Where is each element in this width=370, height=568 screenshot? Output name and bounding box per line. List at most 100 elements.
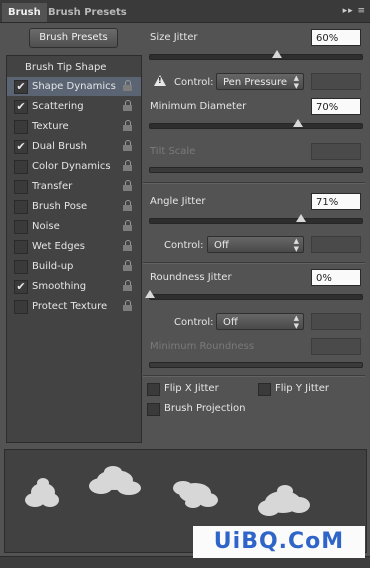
category-label: Noise (32, 221, 60, 232)
category-label: Brush Pose (32, 201, 88, 212)
category-label: Build-up (32, 261, 74, 272)
checkbox-icon[interactable]: ✔ (14, 140, 28, 154)
control-select-pen-pressure[interactable]: Pen Pressure ▲ ▼ (216, 73, 304, 90)
tilt-scale-field (311, 143, 361, 160)
category-label: Dual Brush (32, 141, 87, 152)
angle-control-extra-field (311, 236, 361, 253)
size-jitter-field[interactable]: 60% (311, 29, 361, 46)
flip-y-checkbox[interactable] (258, 383, 271, 396)
checkbox-icon[interactable] (14, 180, 28, 194)
category-label: Smoothing (32, 281, 87, 292)
angle-jitter-field[interactable]: 71% (311, 193, 361, 210)
category-label: Wet Edges (32, 241, 85, 252)
brush-projection-label: Brush Projection (164, 403, 246, 414)
category-color-dynamics[interactable]: Color Dynamics (7, 157, 141, 176)
brush-presets-button[interactable]: Brush Presets (29, 28, 118, 48)
lock-icon[interactable] (123, 300, 133, 312)
checkbox-icon[interactable]: ✔ (14, 100, 28, 114)
category-label: Protect Texture (32, 301, 108, 312)
flip-x-checkbox[interactable] (147, 383, 160, 396)
category-texture[interactable]: Texture (7, 117, 141, 136)
roundness-jitter-slider[interactable] (145, 290, 363, 300)
category-label: Shape Dynamics (32, 81, 116, 92)
select-value: Off (223, 317, 238, 328)
checkbox-icon[interactable] (14, 200, 28, 214)
checkbox-icon[interactable]: ✔ (14, 80, 28, 94)
minimum-roundness-slider (149, 362, 363, 368)
lock-icon[interactable] (123, 220, 133, 232)
control-select-roundness[interactable]: Off ▲ ▼ (216, 313, 304, 330)
minimum-diameter-label: Minimum Diameter (150, 101, 247, 112)
category-brush-pose[interactable]: Brush Pose (7, 197, 141, 216)
watermark: UiBQ.CoM (193, 526, 365, 558)
flip-y-label: Flip Y Jitter (275, 383, 329, 394)
category-label: Color Dynamics (32, 161, 111, 172)
category-smoothing[interactable]: ✔ Smoothing (7, 277, 141, 296)
section-divider (143, 375, 365, 377)
category-build-up[interactable]: Build-up (7, 257, 141, 276)
tab-bar: Brush Brush Presets ▸▸ ≡ (0, 0, 370, 23)
lock-icon[interactable] (123, 120, 133, 132)
category-label: Texture (32, 121, 69, 132)
lock-icon[interactable] (123, 80, 133, 92)
lock-icon[interactable] (123, 160, 133, 172)
tab-brush[interactable]: Brush (2, 3, 47, 22)
control-select-angle[interactable]: Off ▲ ▼ (207, 236, 304, 253)
panel-menu-icon[interactable]: ▸▸ ≡ (343, 6, 366, 16)
section-divider (143, 182, 365, 184)
select-arrows-icon: ▲ ▼ (293, 74, 299, 90)
checkbox-icon[interactable]: ✔ (14, 280, 28, 294)
category-protect-texture[interactable]: Protect Texture (7, 297, 141, 316)
slider-thumb[interactable] (272, 50, 283, 58)
lock-icon[interactable] (123, 100, 133, 112)
lock-icon[interactable] (123, 260, 133, 272)
lock-icon[interactable] (123, 280, 133, 292)
checkbox-icon[interactable] (14, 240, 28, 254)
section-divider (143, 262, 365, 264)
category-scattering[interactable]: ✔ Scattering (7, 97, 141, 116)
slider-thumb[interactable] (145, 290, 155, 298)
minimum-roundness-label: Minimum Roundness (150, 341, 255, 352)
brush-projection-checkbox[interactable] (147, 403, 160, 416)
control-label: Control: (164, 240, 204, 251)
roundness-jitter-field[interactable]: 0% (311, 269, 361, 286)
category-noise[interactable]: Noise (7, 217, 141, 236)
category-label: Brush Tip Shape (25, 62, 107, 73)
control-label: Control: (174, 77, 214, 88)
lock-icon[interactable] (123, 140, 133, 152)
angle-jitter-slider[interactable] (149, 214, 363, 224)
category-dual-brush[interactable]: ✔ Dual Brush (7, 137, 141, 156)
category-label: Transfer (32, 181, 73, 192)
category-shape-dynamics[interactable]: ✔ Shape Dynamics (7, 77, 141, 96)
roundness-jitter-label: Roundness Jitter (150, 272, 232, 283)
select-value: Pen Pressure (223, 77, 288, 88)
checkbox-icon[interactable] (14, 260, 28, 274)
tilt-scale-slider (149, 167, 363, 173)
control-extra-field (311, 73, 361, 90)
size-jitter-slider[interactable] (149, 50, 363, 60)
checkbox-icon[interactable] (14, 300, 28, 314)
lock-icon[interactable] (123, 240, 133, 252)
select-value: Off (214, 240, 229, 251)
tilt-scale-label: Tilt Scale (150, 146, 196, 157)
category-wet-edges[interactable]: Wet Edges (7, 237, 141, 256)
category-brush-tip-shape[interactable]: Brush Tip Shape (7, 58, 141, 77)
angle-jitter-label: Angle Jitter (150, 196, 206, 207)
slider-thumb[interactable] (293, 119, 304, 127)
select-arrows-icon: ▲ ▼ (293, 314, 299, 330)
lock-icon[interactable] (123, 200, 133, 212)
checkbox-icon[interactable] (14, 120, 28, 134)
minimum-diameter-slider[interactable] (149, 119, 363, 129)
flip-x-label: Flip X Jitter (164, 383, 219, 394)
tab-brush-presets[interactable]: Brush Presets (42, 3, 133, 22)
warning-icon: ! (154, 75, 166, 86)
select-arrows-icon: ▲ ▼ (293, 237, 299, 253)
category-transfer[interactable]: Transfer (7, 177, 141, 196)
minimum-roundness-field (311, 338, 361, 355)
lock-icon[interactable] (123, 180, 133, 192)
minimum-diameter-field[interactable]: 70% (311, 98, 361, 115)
control-label: Control: (174, 317, 214, 328)
slider-thumb[interactable] (295, 214, 306, 222)
checkbox-icon[interactable] (14, 160, 28, 174)
checkbox-icon[interactable] (14, 220, 28, 234)
